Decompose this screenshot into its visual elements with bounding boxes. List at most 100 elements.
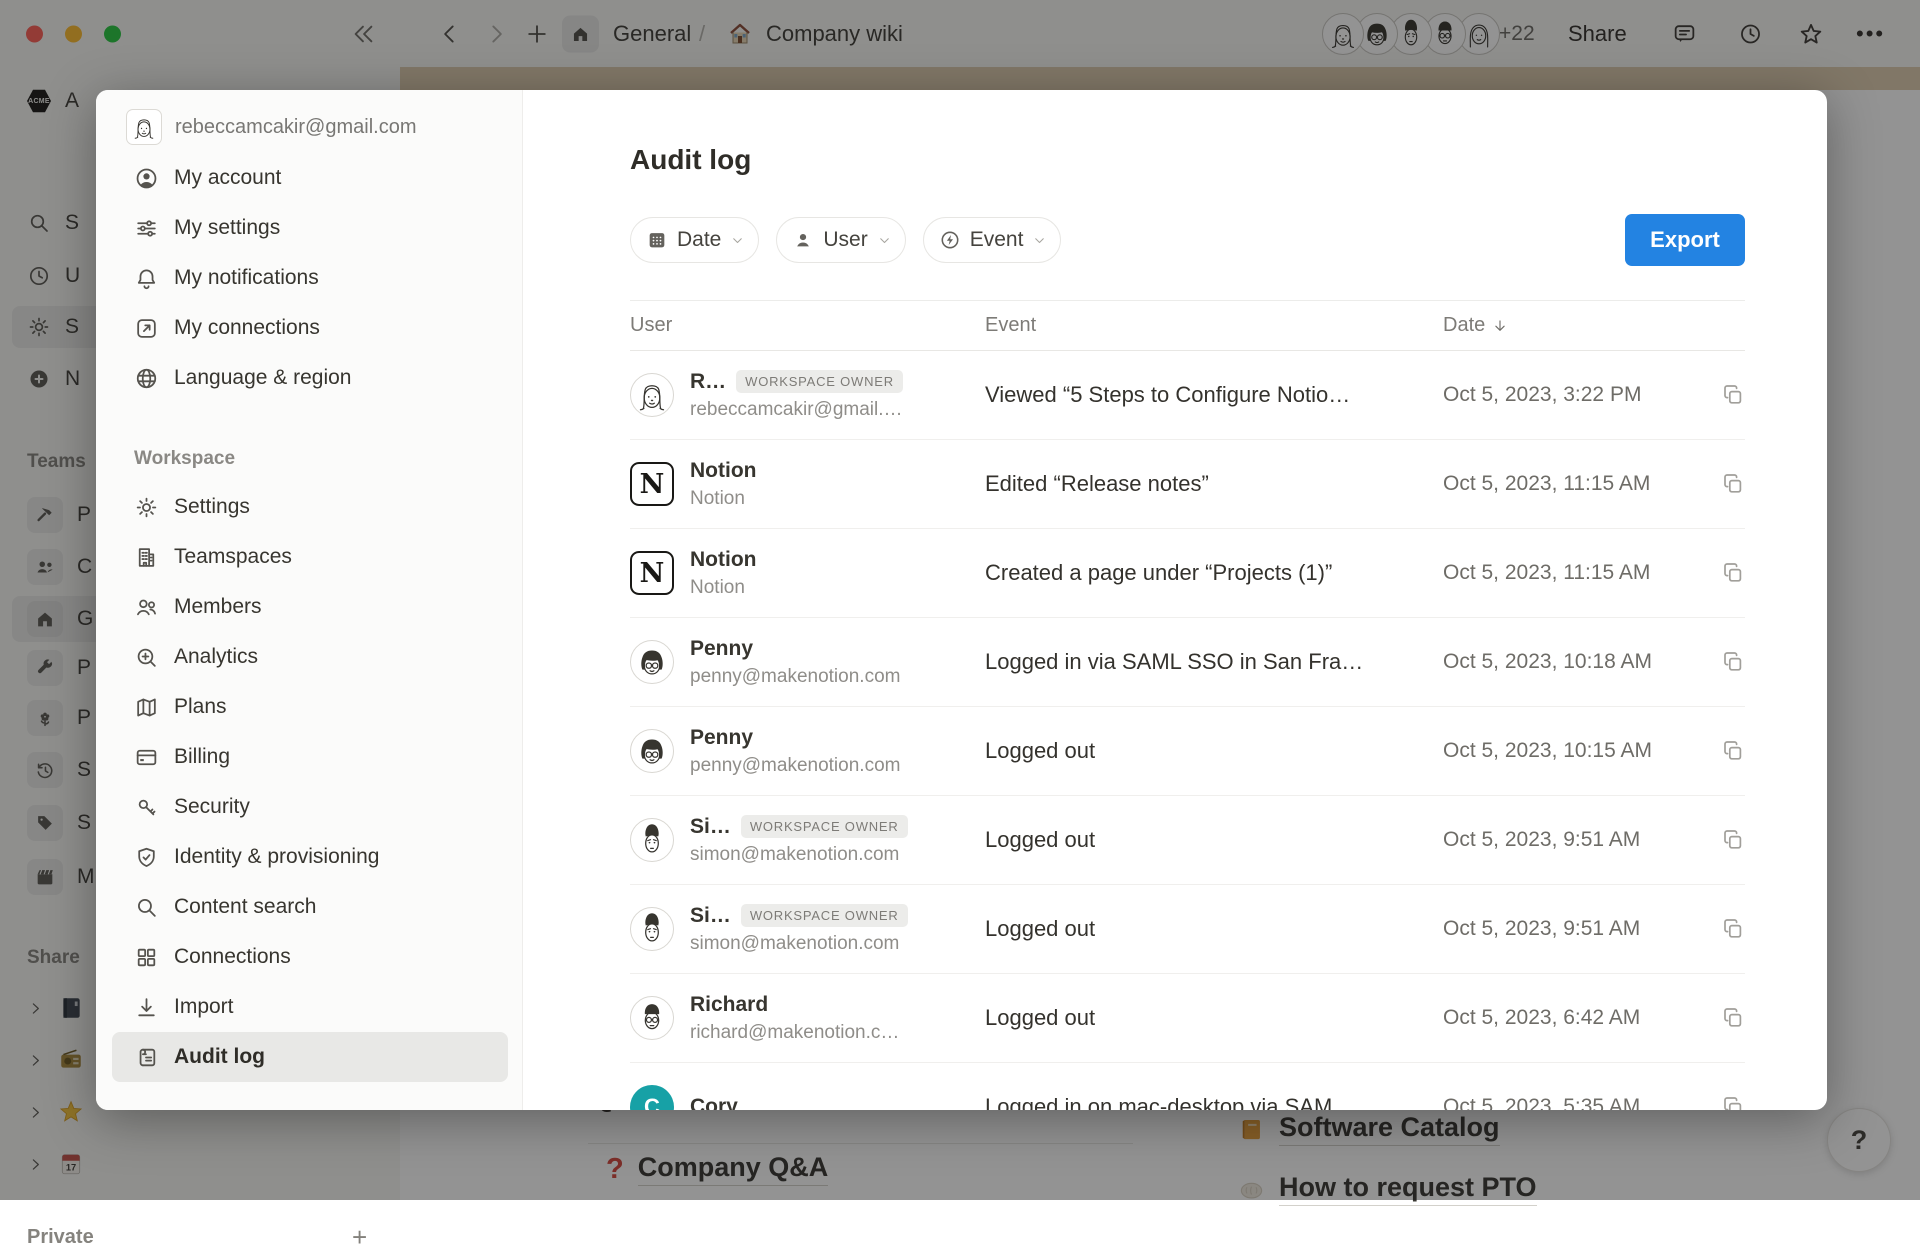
copy-icon[interactable] — [1721, 739, 1745, 763]
column-header-user[interactable]: User — [630, 314, 985, 337]
table-row[interactable]: Richard richard@makenotion.c… Logged out… — [630, 974, 1745, 1063]
event-date: Oct 5, 2023, 9:51 AM — [1443, 917, 1640, 941]
date-cell: Oct 5, 2023, 10:15 AM — [1443, 739, 1745, 763]
export-button[interactable]: Export — [1625, 214, 1745, 266]
settings-nav-label: My connections — [174, 316, 320, 340]
column-header-event[interactable]: Event — [985, 314, 1443, 337]
table-row[interactable]: Penny penny@makenotion.com Logged out Oc… — [630, 707, 1745, 796]
person-circle-icon — [134, 166, 159, 191]
table-header: User Event Date — [630, 300, 1745, 351]
filter-event[interactable]: Event — [923, 217, 1062, 263]
settings-nav-plans[interactable]: Plans — [96, 682, 522, 732]
copy-icon[interactable] — [1721, 1095, 1745, 1110]
event-text: Viewed “5 Steps to Configure Notio… — [985, 382, 1443, 408]
settings-nav-my-account[interactable]: My account — [96, 153, 522, 203]
account-email: rebeccamcakir@gmail.com — [175, 116, 416, 139]
copy-icon[interactable] — [1721, 472, 1745, 496]
event-date: Oct 5, 2023, 10:18 AM — [1443, 650, 1652, 674]
user-cell: Penny penny@makenotion.com — [630, 637, 985, 688]
arrow-out-icon — [134, 316, 159, 341]
copy-icon[interactable] — [1721, 383, 1745, 407]
settings-nav-audit-log[interactable]: Audit log — [112, 1032, 508, 1082]
settings-nav-label: Analytics — [174, 645, 258, 669]
credit-card-icon — [134, 745, 159, 770]
settings-nav-my-connections[interactable]: My connections — [96, 303, 522, 353]
filter-user[interactable]: User — [776, 217, 905, 263]
user-name: Notion — [690, 459, 756, 483]
settings-nav-label: Teamspaces — [174, 545, 292, 569]
column-header-date[interactable]: Date — [1443, 314, 1745, 337]
settings-nav-label: Settings — [174, 495, 250, 519]
sort-descending-icon — [1492, 318, 1508, 334]
settings-nav-connections[interactable]: Connections — [96, 932, 522, 982]
audit-table: User Event Date R… WORKSPACE OWNER rebec… — [630, 300, 1745, 1110]
settings-nav-label: Connections — [174, 945, 291, 969]
members-icon — [134, 595, 159, 620]
settings-nav-settings[interactable]: Settings — [96, 482, 522, 532]
event-date: Oct 5, 2023, 11:15 AM — [1443, 472, 1650, 496]
user-cell: N Notion Notion — [630, 459, 985, 510]
add-private-page-icon[interactable]: + — [352, 1222, 367, 1253]
user-cell: Si… WORKSPACE OWNER simon@makenotion.com — [630, 904, 985, 955]
settings-nav-my-notifications[interactable]: My notifications — [96, 253, 522, 303]
table-row[interactable]: Si… WORKSPACE OWNER simon@makenotion.com… — [630, 885, 1745, 974]
event-date: Oct 5, 2023, 11:15 AM — [1443, 561, 1650, 585]
settings-nav-security[interactable]: Security — [96, 782, 522, 832]
settings-nav-my-settings[interactable]: My settings — [96, 203, 522, 253]
copy-icon[interactable] — [1721, 917, 1745, 941]
audit-table-body: R… WORKSPACE OWNER rebeccamcakir@gmail.…… — [630, 351, 1745, 1110]
date-cell: Oct 5, 2023, 9:51 AM — [1443, 828, 1745, 852]
user-email: richard@makenotion.c… — [690, 1022, 899, 1044]
settings-nav-label: Plans — [174, 695, 227, 719]
settings-nav-label: Language & region — [174, 366, 352, 390]
table-row[interactable]: Si… WORKSPACE OWNER simon@makenotion.com… — [630, 796, 1745, 885]
table-row[interactable]: N Notion Notion Created a page under “Pr… — [630, 529, 1745, 618]
event-text: Logged out — [985, 1005, 1443, 1031]
user-email: penny@makenotion.com — [690, 755, 900, 777]
settings-nav-teamspaces[interactable]: Teamspaces — [96, 532, 522, 582]
settings-nav-label: Billing — [174, 745, 230, 769]
user-email: Notion — [690, 488, 756, 510]
copy-icon[interactable] — [1721, 828, 1745, 852]
copy-icon[interactable] — [1721, 1006, 1745, 1030]
building-icon — [134, 545, 159, 570]
settings-nav-label: My settings — [174, 216, 280, 240]
date-cell: Oct 5, 2023, 3:22 PM — [1443, 383, 1745, 407]
filter-date[interactable]: Date — [630, 217, 759, 263]
table-row[interactable]: C Cory Logged in on mac-desktop via SAM…… — [630, 1063, 1745, 1110]
workspace-owner-badge: WORKSPACE OWNER — [741, 904, 908, 927]
copy-icon[interactable] — [1721, 650, 1745, 674]
settings-nav-import[interactable]: Import — [96, 982, 522, 1032]
lightning-icon — [939, 229, 961, 251]
workspace-section-label: Workspace — [134, 448, 522, 470]
shield-check-icon — [134, 845, 159, 870]
settings-sidebar: rebeccamcakir@gmail.com My account My set… — [96, 90, 523, 1110]
audit-log-panel: Audit log DateUserEventExport User Event… — [523, 90, 1827, 1110]
settings-nav-identity-provisioning[interactable]: Identity & provisioning — [96, 832, 522, 882]
workspace-owner-badge: WORKSPACE OWNER — [736, 370, 903, 393]
calendar-icon — [646, 229, 668, 251]
user-avatar: N — [630, 462, 674, 506]
globe-icon — [134, 366, 159, 391]
copy-icon[interactable] — [1721, 561, 1745, 585]
table-row[interactable]: Penny penny@makenotion.com Logged in via… — [630, 618, 1745, 707]
filter-label: Date — [677, 228, 721, 252]
settings-nav-label: My account — [174, 166, 281, 190]
event-text: Created a page under “Projects (1)” — [985, 560, 1443, 586]
table-row[interactable]: R… WORKSPACE OWNER rebeccamcakir@gmail.…… — [630, 351, 1745, 440]
user-name: R… — [690, 370, 726, 394]
settings-nav-members[interactable]: Members — [96, 582, 522, 632]
date-cell: Oct 5, 2023, 9:51 AM — [1443, 917, 1745, 941]
column-header-date-label: Date — [1443, 314, 1485, 337]
settings-nav-billing[interactable]: Billing — [96, 732, 522, 782]
settings-nav-content-search[interactable]: Content search — [96, 882, 522, 932]
private-section[interactable]: Private + — [0, 1215, 400, 1259]
table-row[interactable]: N Notion Notion Edited “Release notes” O… — [630, 440, 1745, 529]
event-text: Logged out — [985, 827, 1443, 853]
user-email: simon@makenotion.com — [690, 844, 908, 866]
settings-nav-analytics[interactable]: Analytics — [96, 632, 522, 682]
page-title: Audit log — [630, 144, 1827, 176]
settings-nav-label: Identity & provisioning — [174, 845, 379, 869]
event-text: Logged in on mac-desktop via SAM… — [985, 1094, 1443, 1110]
settings-nav-language-region[interactable]: Language & region — [96, 353, 522, 403]
